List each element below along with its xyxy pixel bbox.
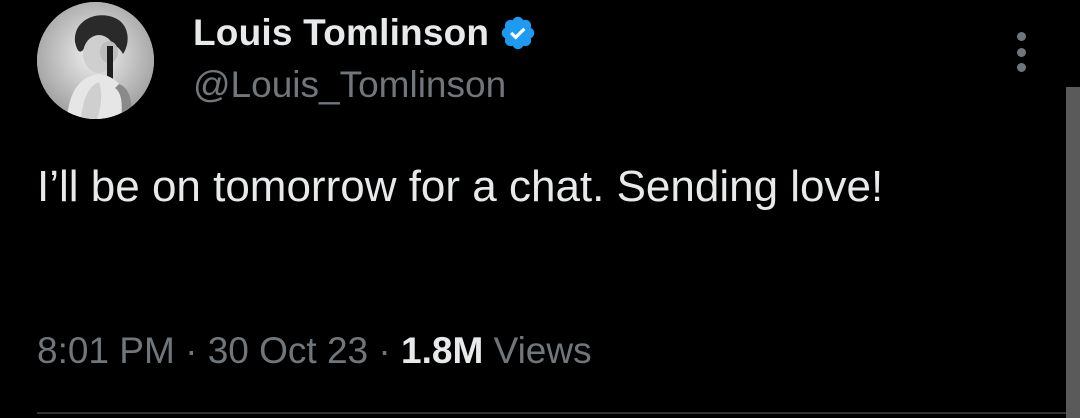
tweet-text: I’ll be on tomorrow for a chat. Sending …: [37, 162, 884, 211]
scrollbar[interactable]: [1066, 87, 1080, 418]
views-label: Views: [493, 330, 592, 371]
verified-badge-icon: [499, 14, 537, 52]
divider: [37, 412, 1066, 414]
author-name-row: Louis Tomlinson: [193, 10, 537, 56]
meta-separator: ·: [185, 330, 198, 371]
more-options-icon[interactable]: [1012, 32, 1030, 72]
more-dot: [1016, 32, 1026, 41]
author-display-name[interactable]: Louis Tomlinson: [193, 12, 489, 54]
meta-separator: ·: [378, 330, 391, 371]
views-count: 1.8M: [401, 330, 484, 371]
tweet: Louis Tomlinson @Louis_Tomlinson I’ll be…: [0, 0, 1080, 418]
more-dot: [1016, 63, 1026, 72]
tweet-meta: 8:01 PM · 30 Oct 23 · 1.8M Views: [37, 330, 592, 372]
more-dot: [1016, 47, 1026, 57]
avatar-photo: [37, 2, 154, 119]
tweet-date[interactable]: 30 Oct 23: [208, 330, 368, 371]
tweet-time[interactable]: 8:01 PM: [37, 330, 175, 371]
author-handle[interactable]: @Louis_Tomlinson: [193, 64, 506, 106]
avatar[interactable]: [37, 2, 154, 119]
